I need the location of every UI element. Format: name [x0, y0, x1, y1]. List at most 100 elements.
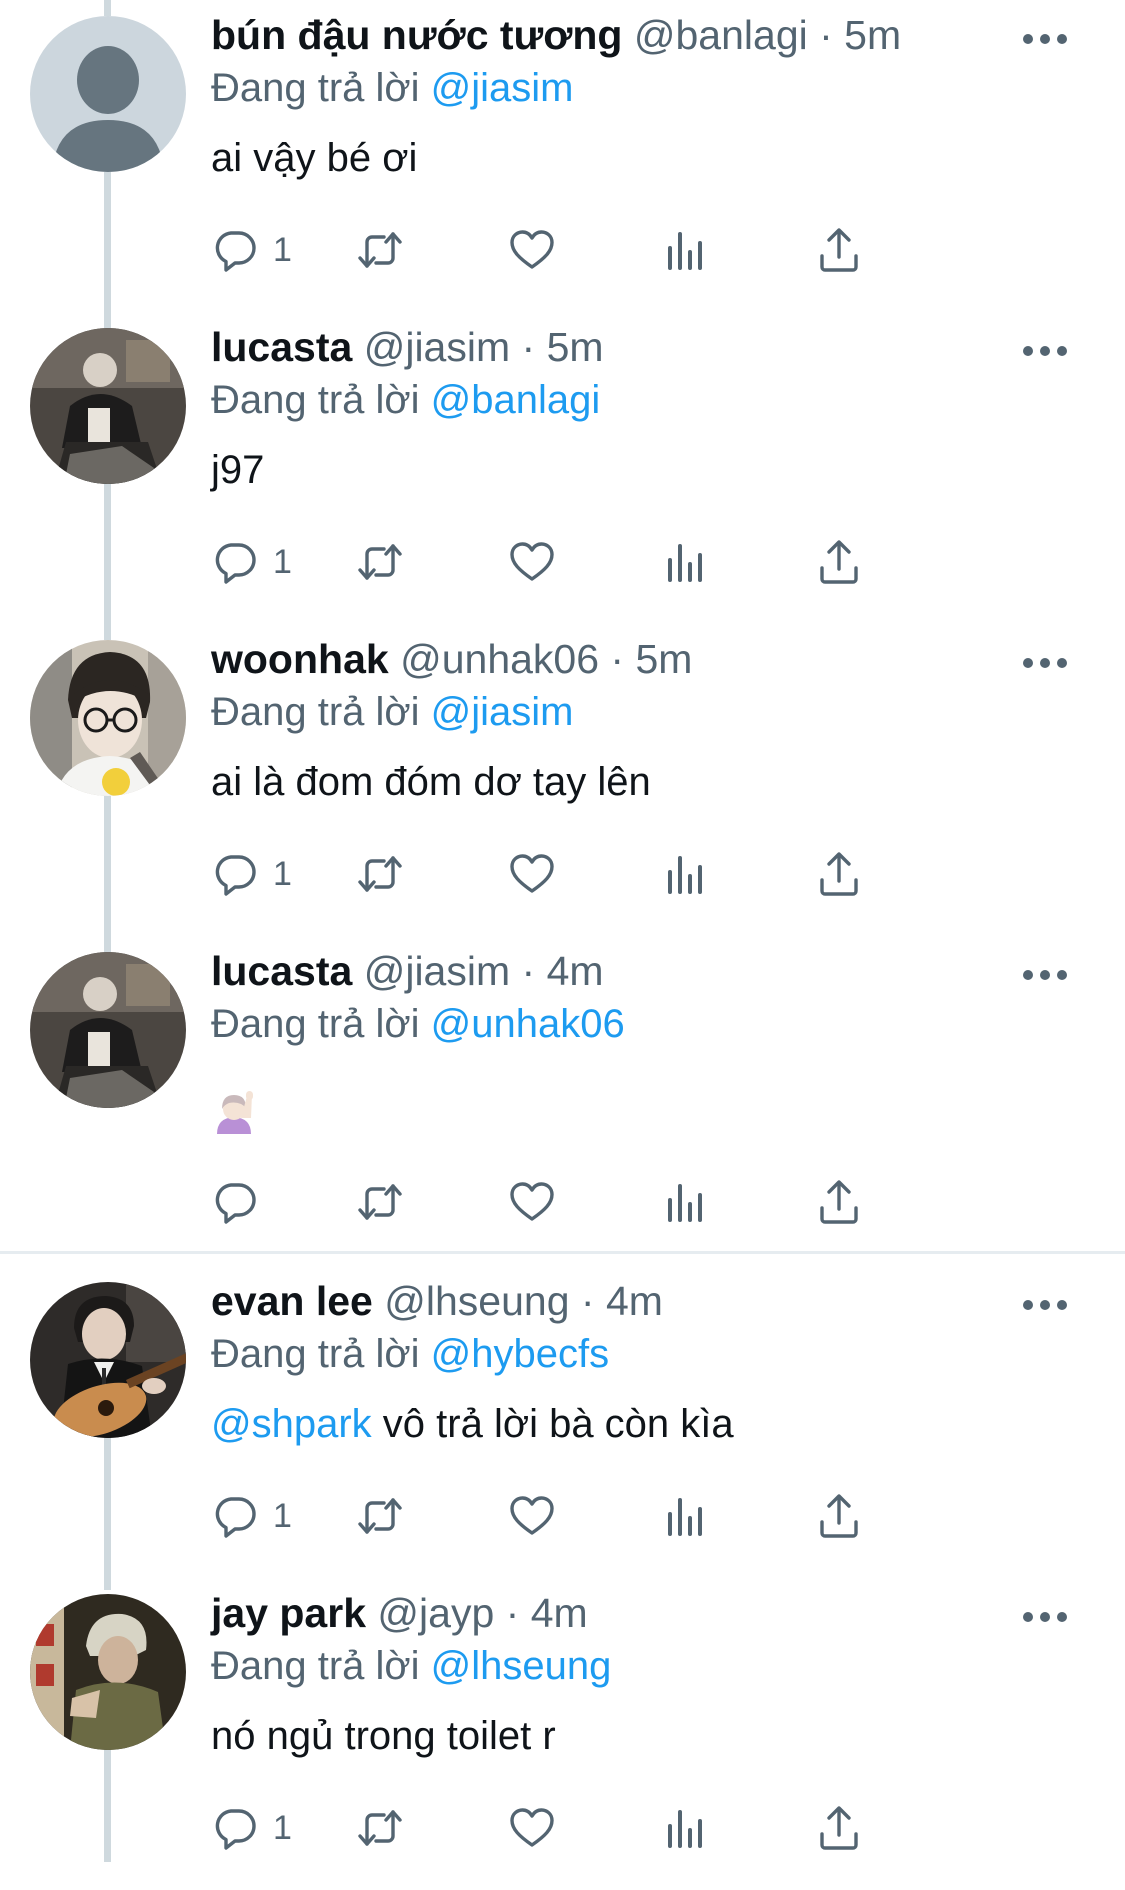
avatar[interactable]: [30, 1282, 186, 1438]
share-icon: [820, 1494, 858, 1538]
more-button[interactable]: [1005, 1592, 1085, 1642]
heart-icon: [510, 1808, 554, 1847]
replying-to-link[interactable]: @unhak06: [431, 1002, 625, 1046]
separator-dot: ·: [510, 324, 547, 370]
share-button[interactable]: [815, 1800, 863, 1856]
tweet-actions: 1: [211, 534, 1011, 590]
retweet-button[interactable]: [356, 1800, 404, 1856]
tweet[interactable]: bún đậu nước tương @banlagi · 5m Đang tr…: [0, 0, 1125, 312]
handle[interactable]: @jayp: [377, 1590, 494, 1636]
avatar[interactable]: [30, 1594, 186, 1750]
share-button[interactable]: [815, 1488, 863, 1544]
reply-button[interactable]: 1: [211, 846, 292, 902]
replying-to: Đang trả lời @lhseung: [211, 1641, 611, 1691]
reply-icon: [215, 543, 256, 584]
share-icon: [820, 540, 858, 584]
share-button[interactable]: [815, 222, 863, 278]
views-button[interactable]: [661, 846, 709, 902]
avatar[interactable]: [30, 328, 186, 484]
display-name[interactable]: jay park: [211, 1590, 366, 1636]
reply-button[interactable]: 1: [211, 1488, 292, 1544]
views-button[interactable]: [661, 222, 709, 278]
like-button[interactable]: [508, 846, 556, 902]
more-icon: [1023, 970, 1067, 980]
replying-to-link[interactable]: @jiasim: [431, 690, 574, 734]
timestamp[interactable]: 4m: [531, 1590, 588, 1636]
avatar[interactable]: [30, 640, 186, 796]
display-name[interactable]: woonhak: [211, 636, 389, 682]
views-button[interactable]: [661, 1800, 709, 1856]
reply-count: 1: [273, 855, 292, 893]
display-name[interactable]: lucasta: [211, 948, 352, 994]
replying-to: Đang trả lời @unhak06: [211, 999, 625, 1049]
timestamp[interactable]: 5m: [547, 324, 604, 370]
like-button[interactable]: [508, 1488, 556, 1544]
reply-button[interactable]: [211, 1174, 273, 1230]
like-button[interactable]: [508, 1800, 556, 1856]
replying-to-link[interactable]: @banlagi: [431, 378, 601, 422]
heart-icon: [510, 1182, 554, 1221]
views-button[interactable]: [661, 1174, 709, 1230]
avatar[interactable]: [30, 952, 186, 1108]
more-icon: [1023, 658, 1067, 668]
share-button[interactable]: [815, 1174, 863, 1230]
tweet[interactable]: woonhak @unhak06 · 5m Đang trả lời @jias…: [0, 624, 1125, 936]
reply-count: 1: [273, 231, 292, 269]
display-name[interactable]: evan lee: [211, 1278, 373, 1324]
handle[interactable]: @jiasim: [364, 948, 510, 994]
share-icon: [820, 1806, 858, 1850]
tweet[interactable]: lucasta @jiasim · 5m Đang trả lời @banla…: [0, 312, 1125, 624]
analytics-icon: [668, 856, 702, 894]
more-button[interactable]: [1005, 326, 1085, 376]
replying-to: Đang trả lời @jiasim: [211, 63, 574, 113]
replying-to-link[interactable]: @jiasim: [431, 66, 574, 110]
reply-button[interactable]: 1: [211, 1800, 292, 1856]
share-icon: [820, 1180, 858, 1224]
tweet-header: evan lee @lhseung · 4m: [211, 1276, 1005, 1326]
timestamp[interactable]: 5m: [635, 636, 692, 682]
heart-icon: [510, 230, 554, 269]
retweet-button[interactable]: [356, 534, 404, 590]
more-button[interactable]: [1005, 1280, 1085, 1330]
handle[interactable]: @jiasim: [364, 324, 510, 370]
timestamp[interactable]: 4m: [606, 1278, 663, 1324]
reply-button[interactable]: 1: [211, 222, 292, 278]
reply-count: 1: [273, 543, 292, 581]
mention-link[interactable]: @shpark: [211, 1402, 372, 1446]
handle[interactable]: @unhak06: [400, 636, 599, 682]
replying-to-link[interactable]: @hybecfs: [431, 1332, 609, 1376]
handle[interactable]: @lhseung: [384, 1278, 569, 1324]
retweet-button[interactable]: [356, 1488, 404, 1544]
timestamp[interactable]: 5m: [844, 12, 901, 58]
like-button[interactable]: [508, 1174, 556, 1230]
avatar[interactable]: [30, 16, 186, 172]
tweet-header: bún đậu nước tương @banlagi · 5m: [211, 10, 1005, 60]
tweet[interactable]: lucasta @jiasim · 4m Đang trả lời @unhak…: [0, 936, 1125, 1248]
like-button[interactable]: [508, 222, 556, 278]
like-button[interactable]: [508, 534, 556, 590]
analytics-icon: [668, 544, 702, 582]
share-button[interactable]: [815, 534, 863, 590]
tweet-actions: 1: [211, 1800, 1011, 1856]
tweet[interactable]: evan lee @lhseung · 4m Đang trả lời @hyb…: [0, 1266, 1125, 1578]
more-button[interactable]: [1005, 950, 1085, 1000]
more-button[interactable]: [1005, 638, 1085, 688]
retweet-button[interactable]: [356, 1174, 404, 1230]
replying-to: Đang trả lời @hybecfs: [211, 1329, 609, 1379]
replying-to-link[interactable]: @lhseung: [431, 1644, 612, 1688]
display-name[interactable]: bún đậu nước tương: [211, 12, 622, 58]
display-name[interactable]: lucasta: [211, 324, 352, 370]
more-button[interactable]: [1005, 14, 1085, 64]
timestamp[interactable]: 4m: [547, 948, 604, 994]
share-icon: [820, 852, 858, 896]
views-button[interactable]: [661, 1488, 709, 1544]
share-button[interactable]: [815, 846, 863, 902]
retweet-button[interactable]: [356, 846, 404, 902]
tweet[interactable]: jay park @jayp · 4m Đang trả lời @lhseun…: [0, 1578, 1125, 1890]
replying-label: Đang trả lời: [211, 1332, 420, 1376]
handle[interactable]: @banlagi: [634, 12, 808, 58]
views-button[interactable]: [661, 534, 709, 590]
tweet-text-content: ai vậy bé ơi: [211, 136, 418, 180]
retweet-button[interactable]: [356, 222, 404, 278]
reply-button[interactable]: 1: [211, 534, 292, 590]
